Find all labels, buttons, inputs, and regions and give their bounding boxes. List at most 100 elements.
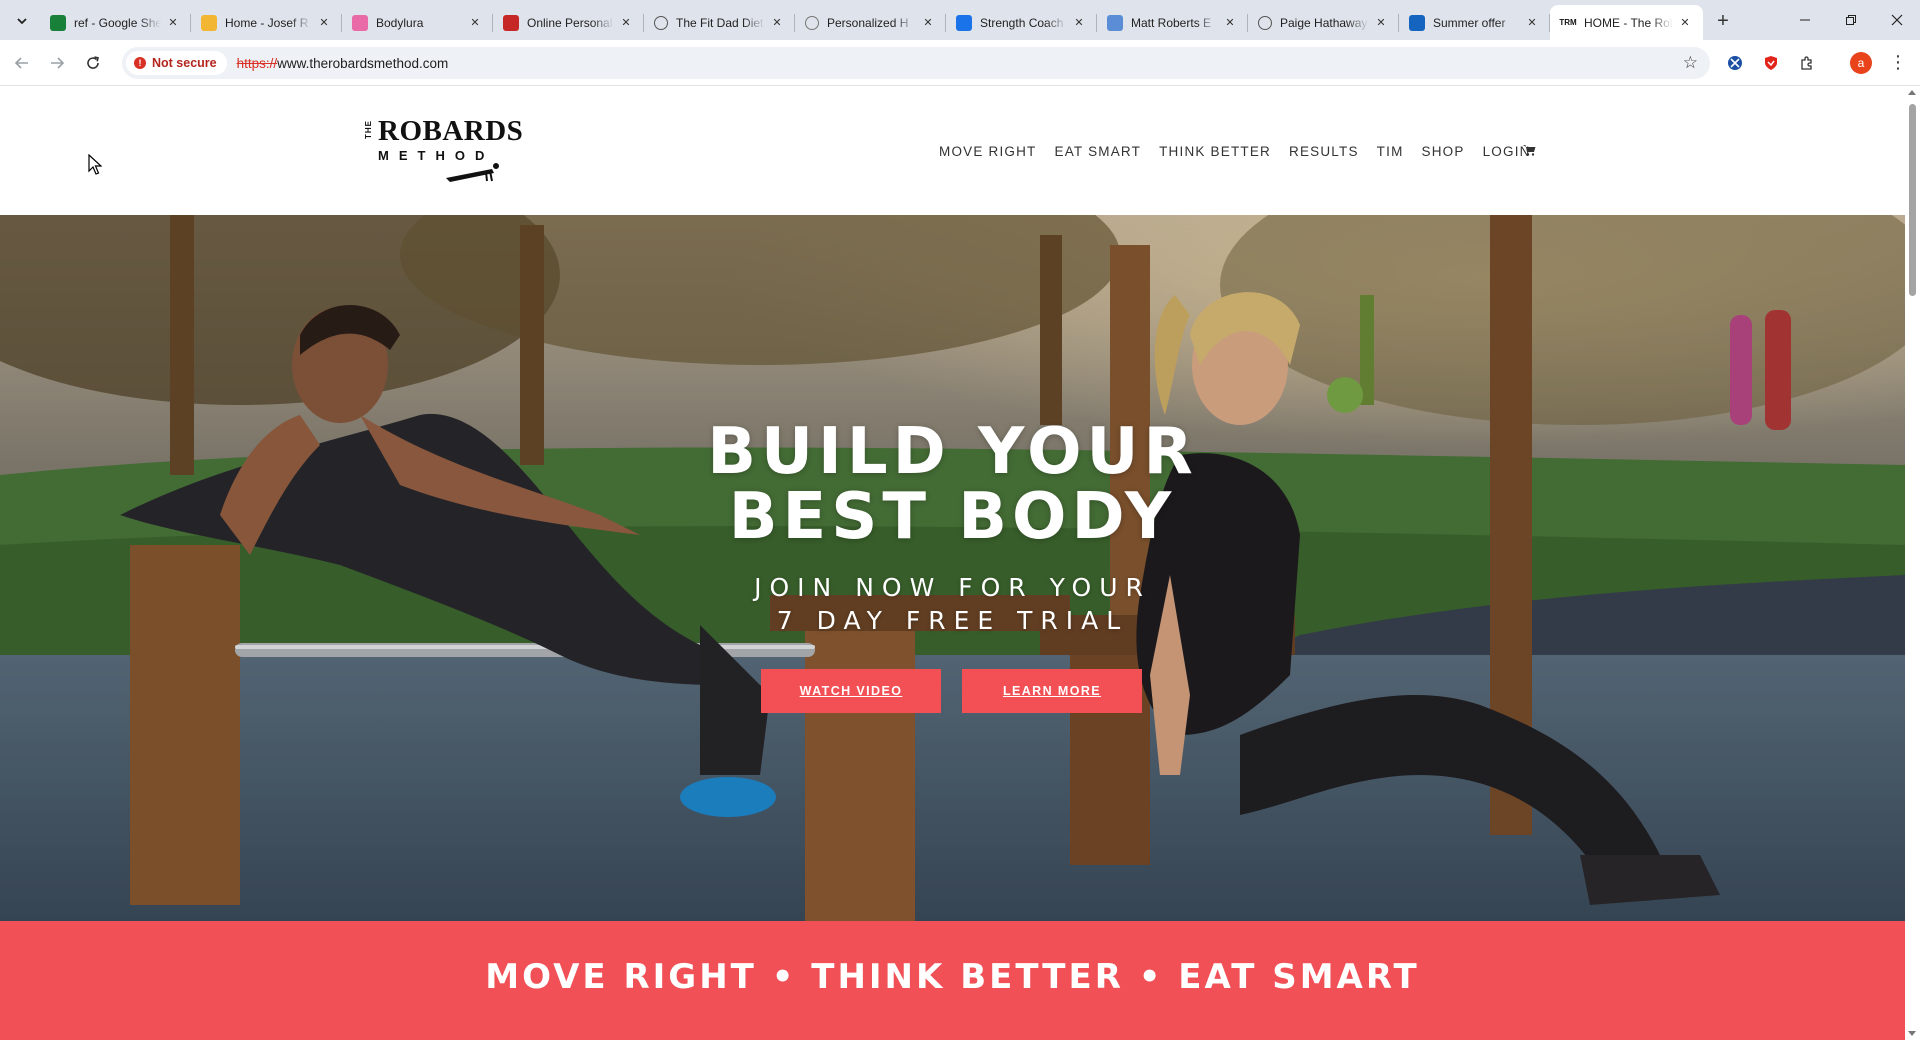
hero-headline: BUILD YOUR BEST BODY bbox=[0, 420, 1905, 550]
brand-icon bbox=[503, 14, 519, 31]
scrollbar-thumb[interactable] bbox=[1909, 104, 1916, 296]
hero-subheadline: JOIN NOW FOR YOUR 7 DAY FREE TRIAL bbox=[0, 571, 1905, 637]
tagline-banner: MOVE RIGHT • THINK BETTER • EAT SMART bbox=[0, 921, 1905, 1040]
nav-eat-smart[interactable]: EAT SMART bbox=[1055, 144, 1142, 159]
extensions-menu-button[interactable] bbox=[1796, 52, 1818, 74]
hero-banner: BUILD YOUR BEST BODY JOIN NOW FOR YOUR 7… bbox=[0, 215, 1905, 921]
main-navigation: MOVE RIGHT EAT SMART THINK BETTER RESULT… bbox=[939, 144, 1549, 159]
close-icon bbox=[1891, 14, 1903, 26]
url-scheme: https:// bbox=[236, 55, 278, 71]
puzzle-icon bbox=[1801, 56, 1812, 70]
hero-photo bbox=[0, 215, 1905, 921]
tab-title: Online Personal bbox=[527, 15, 613, 30]
browser-menu-button[interactable]: ⋮ bbox=[1889, 52, 1907, 74]
shield-icon bbox=[1765, 56, 1777, 70]
scroll-up-arrow-icon[interactable] bbox=[1908, 90, 1916, 95]
hero-subheadline-line-1: JOIN NOW FOR YOUR bbox=[754, 573, 1151, 602]
address-bar[interactable]: ! Not secure https://www.therobardsmetho… bbox=[122, 47, 1710, 79]
chevron-down-icon bbox=[17, 18, 27, 25]
reload-icon bbox=[87, 56, 99, 69]
reload-button[interactable] bbox=[80, 50, 106, 76]
tagline-text: MOVE RIGHT • THINK BETTER • EAT SMART bbox=[485, 957, 1420, 997]
nav-shop[interactable]: SHOP bbox=[1422, 144, 1465, 159]
tab-title: Matt Roberts E bbox=[1131, 15, 1212, 30]
nav-tim[interactable]: TIM bbox=[1377, 144, 1404, 159]
window-controls bbox=[1782, 0, 1920, 40]
trm-icon: TRM bbox=[1559, 18, 1577, 27]
tab-title: Summer offer bbox=[1433, 15, 1506, 30]
tab-title: ref - Google Sheets bbox=[74, 15, 161, 30]
arrow-left-icon bbox=[14, 57, 28, 69]
page-scrollbar[interactable] bbox=[1905, 86, 1920, 1040]
profile-avatar[interactable]: a bbox=[1850, 52, 1872, 74]
nav-results[interactable]: RESULTS bbox=[1289, 144, 1359, 159]
globe-icon bbox=[805, 15, 819, 30]
cart-icon-glyph bbox=[1523, 145, 1536, 156]
extension-button[interactable] bbox=[1760, 52, 1782, 74]
tab-title: The Fit Dad Diet bbox=[676, 15, 764, 30]
site-security-chip[interactable]: ! Not secure bbox=[126, 51, 227, 75]
tab-search-button[interactable] bbox=[10, 9, 34, 33]
restore-icon bbox=[1846, 15, 1856, 25]
close-tab-icon[interactable]: ✕ bbox=[1373, 15, 1389, 31]
browser-tab[interactable]: The Fit Dad Diet ✕ bbox=[644, 5, 795, 40]
hero-headline-line-1: BUILD YOUR bbox=[707, 415, 1198, 489]
browser-tab[interactable]: Matt Roberts E ✕ bbox=[1097, 5, 1248, 40]
browser-tab[interactable]: TRM HOME - The Robards Method ✕ bbox=[1550, 5, 1703, 40]
extension-button[interactable] bbox=[1724, 52, 1746, 74]
security-label: Not secure bbox=[152, 56, 217, 70]
logo-the: THE bbox=[364, 120, 373, 139]
browser-tab[interactable]: Paige Hathaway ✕ bbox=[1248, 5, 1399, 40]
browser-tab[interactable]: ref - Google Sheets ✕ bbox=[40, 5, 191, 40]
close-tab-icon[interactable]: ✕ bbox=[165, 15, 181, 31]
nav-move-right[interactable]: MOVE RIGHT bbox=[939, 144, 1037, 159]
hero-headline-line-2: BEST BODY bbox=[728, 480, 1177, 554]
site-logo[interactable]: THE ROBARDS METHOD bbox=[364, 116, 523, 184]
new-tab-button[interactable]: + bbox=[1709, 8, 1737, 36]
forward-button[interactable] bbox=[44, 50, 70, 76]
url-host: www.therobardsmethod.com bbox=[277, 55, 449, 71]
web-page: THE ROBARDS METHOD MOVE RIGHT EAT SMART … bbox=[0, 86, 1905, 1040]
sheets-icon bbox=[50, 14, 66, 31]
nav-think-better[interactable]: THINK BETTER bbox=[1159, 144, 1271, 159]
learn-more-button[interactable]: LEARN MORE bbox=[962, 669, 1142, 713]
tab-strip: ref - Google Sheets✕Home - Josef R✕Bodyl… bbox=[0, 0, 1920, 40]
close-tab-icon[interactable]: ✕ bbox=[618, 15, 634, 31]
tab-title: HOME - The Robards Method bbox=[1584, 15, 1673, 30]
warning-icon: ! bbox=[134, 57, 146, 69]
browser-tab[interactable]: Bodylura ✕ bbox=[342, 5, 493, 40]
tab-title: Strength Coach bbox=[980, 15, 1064, 30]
close-tab-icon[interactable]: ✕ bbox=[1222, 15, 1238, 31]
url-text[interactable]: https://www.therobardsmethod.com bbox=[237, 56, 449, 71]
bookmark-star-icon[interactable]: ☆ bbox=[1683, 53, 1698, 73]
browser-tab[interactable]: Online Personal ✕ bbox=[493, 5, 644, 40]
watch-video-button[interactable]: WATCH VIDEO bbox=[761, 669, 941, 713]
close-tab-icon[interactable]: ✕ bbox=[769, 15, 785, 31]
brand-icon bbox=[956, 14, 972, 31]
close-tab-icon[interactable]: ✕ bbox=[920, 15, 936, 31]
scroll-down-arrow-icon[interactable] bbox=[1908, 1031, 1916, 1036]
close-window-button[interactable] bbox=[1874, 0, 1920, 40]
browser-tab[interactable]: Strength Coach ✕ bbox=[946, 5, 1097, 40]
site-header: THE ROBARDS METHOD MOVE RIGHT EAT SMART … bbox=[0, 86, 1905, 215]
tab-title: Personalized H bbox=[827, 15, 909, 30]
close-tab-icon[interactable]: ✕ bbox=[467, 15, 483, 31]
close-tab-icon[interactable]: ✕ bbox=[1071, 15, 1087, 31]
restore-button[interactable] bbox=[1828, 0, 1874, 40]
tab-title: Bodylura bbox=[376, 15, 424, 30]
globe-icon bbox=[654, 15, 668, 30]
browser-tab[interactable]: Personalized H ✕ bbox=[795, 5, 946, 40]
hero-subheadline-line-2: 7 DAY FREE TRIAL bbox=[776, 606, 1129, 635]
extension-globe-icon bbox=[1728, 56, 1742, 70]
close-tab-icon[interactable]: ✕ bbox=[1524, 15, 1540, 31]
minimize-button[interactable] bbox=[1782, 0, 1828, 40]
brand-icon bbox=[1107, 14, 1123, 31]
browser-tab[interactable]: Home - Josef R ✕ bbox=[191, 5, 342, 40]
close-tab-icon[interactable]: ✕ bbox=[1677, 15, 1693, 31]
browser-tab[interactable]: Summer offer ✕ bbox=[1399, 5, 1550, 40]
cart-icon[interactable] bbox=[1523, 144, 1536, 159]
minimize-icon bbox=[1800, 19, 1810, 21]
close-tab-icon[interactable]: ✕ bbox=[316, 15, 332, 31]
bodylura-icon bbox=[352, 14, 368, 31]
back-button[interactable] bbox=[9, 50, 35, 76]
